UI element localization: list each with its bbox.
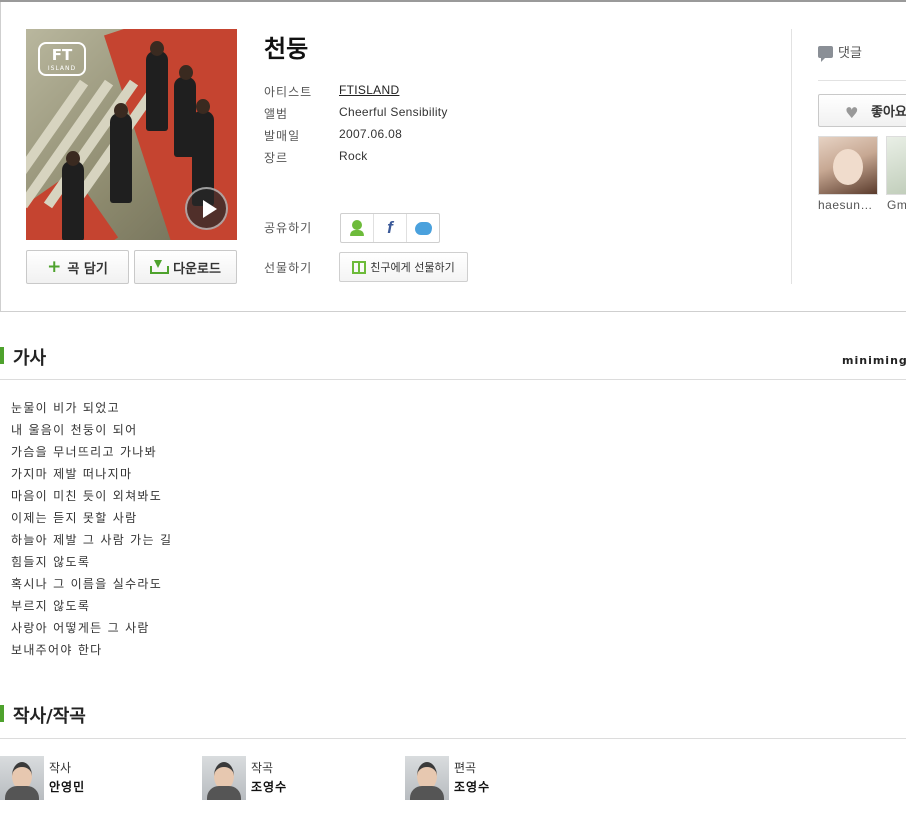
artist-link[interactable]: FTISLAND: [339, 83, 399, 97]
artist-label: 아티스트: [264, 85, 313, 99]
lyric-line: 눈물이 비가 되었고: [11, 401, 120, 415]
share-twitter-button[interactable]: [407, 214, 439, 242]
gift-to-friend-button[interactable]: 친구에게 선물하기: [339, 252, 468, 282]
download-button[interactable]: 다운로드: [134, 250, 237, 284]
like-button[interactable]: ♥ 좋아요: [818, 94, 906, 127]
lyric-line: 마음이 미친 듯이 외쳐봐도: [11, 489, 163, 503]
lyric-line: 내 울음이 천둥이 되어: [11, 423, 138, 437]
fan-avatar[interactable]: [818, 136, 878, 195]
play-icon[interactable]: [185, 187, 228, 230]
composer-photo[interactable]: [202, 756, 246, 800]
lyrics-author[interactable]: miniming: [842, 354, 906, 367]
lyric-line: 보내주어야 한다: [11, 643, 103, 657]
release-date: 2007.06.08: [339, 127, 403, 141]
gift-label: 선물하기: [264, 261, 313, 275]
section-title: 가사: [13, 348, 47, 369]
section-marker: [0, 705, 4, 722]
share-friend-button[interactable]: [341, 214, 374, 242]
twitter-icon: [413, 221, 433, 235]
fan-name[interactable]: haesun…: [818, 198, 873, 212]
album-name: Cheerful Sensibility: [339, 105, 448, 119]
plus-icon: +: [47, 256, 62, 277]
divider: [818, 80, 906, 81]
comment-link[interactable]: 댓글: [818, 42, 862, 62]
facebook-icon: f: [387, 218, 393, 237]
download-icon: [150, 260, 170, 274]
share-facebook-button[interactable]: f: [374, 214, 407, 242]
divider: [791, 29, 792, 284]
lyric-line: 혹시나 그 이름을 실수라도: [11, 577, 163, 591]
section-marker: [0, 347, 4, 364]
lyric-line: 힘들지 않도록: [11, 555, 91, 569]
add-to-playlist-button[interactable]: + 곡 담기: [26, 250, 129, 284]
divider: [0, 738, 906, 739]
lyrics-body: 눈물이 비가 되었고 내 울음이 천둥이 되어 가슴을 무너뜨리고 가나봐 가지…: [11, 397, 172, 661]
arranger-photo[interactable]: [405, 756, 449, 800]
album-cover[interactable]: FT ISLAND: [26, 29, 237, 240]
lyric-line: 가지마 제발 떠나지마: [11, 467, 133, 481]
lyricist-photo[interactable]: [0, 756, 44, 800]
lyric-line: 부르지 않도록: [11, 599, 91, 613]
song-title: 천둥: [264, 35, 309, 63]
comment-icon: [818, 45, 833, 62]
fan-avatar[interactable]: [886, 136, 906, 195]
fan-name[interactable]: Gm: [887, 198, 906, 212]
genre-label: 장르: [264, 151, 289, 165]
genre: Rock: [339, 149, 368, 163]
lyric-line: 이제는 듣지 못할 사람: [11, 511, 138, 525]
lyric-line: 가슴을 무너뜨리고 가나봐: [11, 445, 157, 459]
band-logo: FT ISLAND: [38, 42, 86, 76]
lyric-line: 하늘아 제발 그 사람 가는 길: [11, 533, 173, 547]
friend-icon: [350, 220, 364, 236]
divider: [0, 379, 906, 380]
release-date-label: 발매일: [264, 129, 301, 143]
lyric-line: 사랑아 어떻게든 그 사람: [11, 621, 150, 635]
share-label: 공유하기: [264, 221, 313, 235]
heart-icon: ♥: [845, 104, 859, 122]
gift-icon: [352, 260, 367, 274]
album-label: 앨범: [264, 107, 289, 121]
section-title: 작사/작곡: [13, 706, 86, 727]
share-buttons: f: [340, 213, 440, 243]
